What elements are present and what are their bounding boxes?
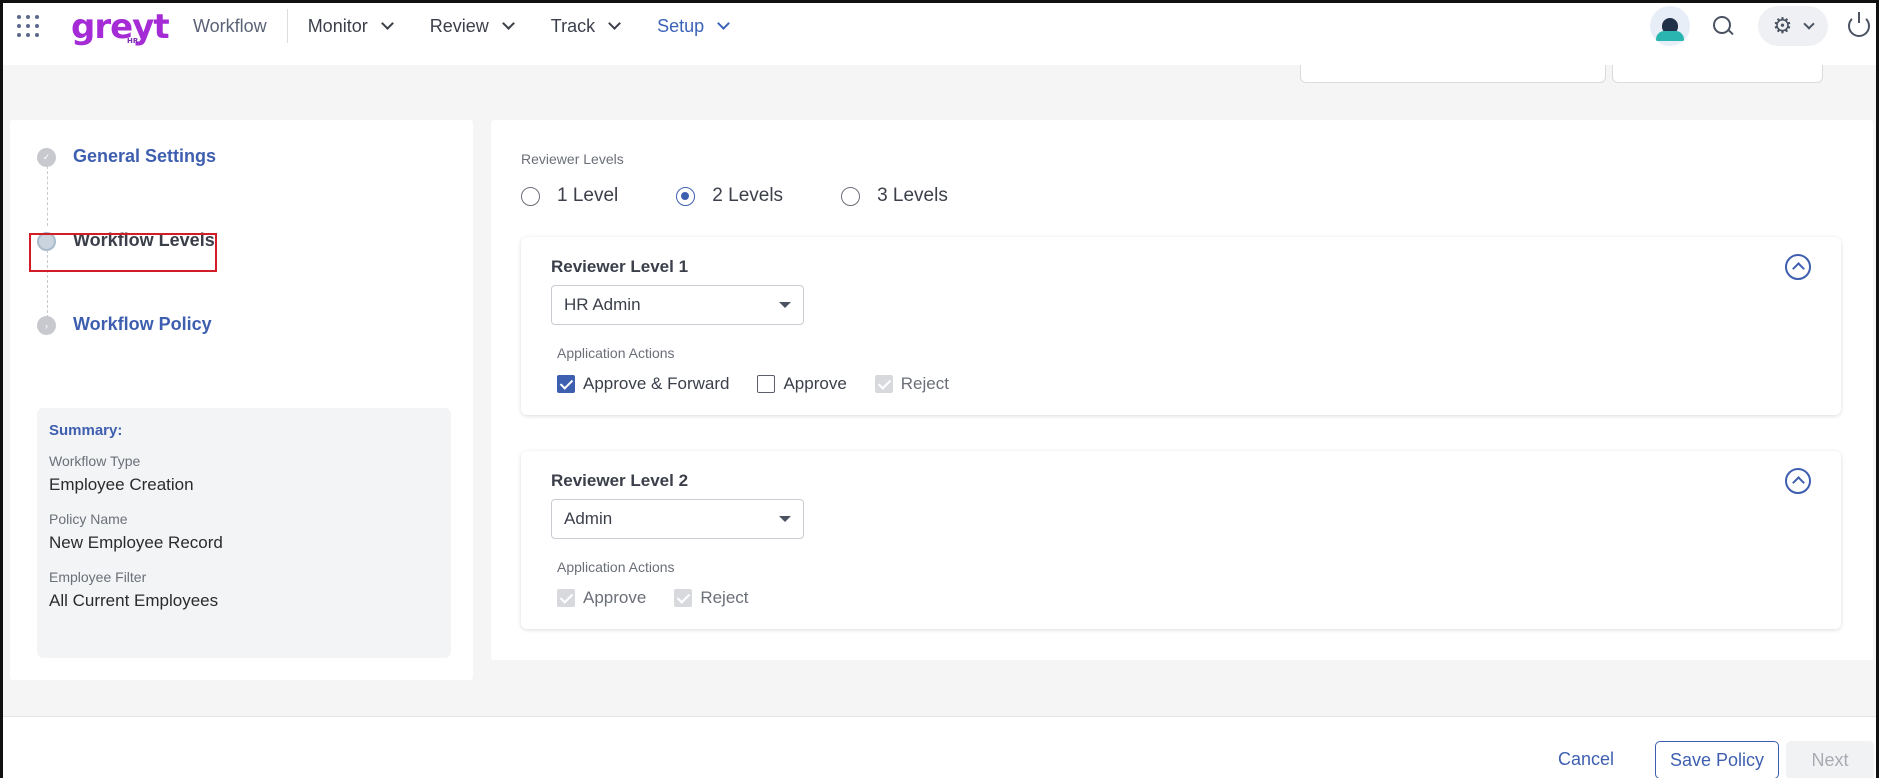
checkbox-checked[interactable] bbox=[557, 375, 575, 393]
step-connector bbox=[47, 166, 48, 226]
nav-monitor[interactable]: Monitor bbox=[307, 15, 394, 37]
radio-label: 1 Level bbox=[557, 185, 619, 206]
checkbox-disabled-checked bbox=[874, 375, 893, 393]
checkbox-label: Reject bbox=[700, 588, 749, 607]
chevron-down-icon bbox=[380, 17, 394, 30]
nav-review-label: Review bbox=[429, 15, 489, 36]
nav-track[interactable]: Track bbox=[550, 15, 621, 37]
top-navigation-bar: greyt HR Workflow Monitor Review Track S… bbox=[3, 3, 1876, 65]
save-policy-button[interactable]: Save Policy bbox=[1655, 741, 1779, 778]
summary-box: Summary: Workflow Type Employee Creation… bbox=[37, 408, 451, 658]
reviewer-level-title: Reviewer Level 1 bbox=[551, 257, 689, 276]
summary-title: Summary: bbox=[49, 422, 123, 439]
nav-monitor-label: Monitor bbox=[307, 15, 368, 36]
radio-button[interactable] bbox=[521, 186, 540, 206]
checkbox-approve[interactable]: Approve bbox=[757, 374, 847, 394]
header-filter-input[interactable] bbox=[1300, 65, 1606, 83]
nav-setup-label: Setup bbox=[657, 15, 705, 36]
chevron-down-icon bbox=[608, 17, 621, 30]
step-workflow-policy-label[interactable]: Workflow Policy bbox=[73, 314, 212, 335]
checkbox-approve-forward[interactable]: Approve & Forward bbox=[557, 374, 729, 394]
steps-panel: ✓ General Settings Workflow Levels › Wor… bbox=[10, 120, 473, 680]
summary-value: All Current Employees bbox=[49, 591, 219, 610]
main-nav: Workflow Monitor Review Track Setup bbox=[193, 3, 766, 49]
reviewer-levels-radio-group: 1 Level 2 Levels 3 Levels bbox=[521, 185, 1006, 207]
select-value: Admin bbox=[564, 509, 613, 528]
logo-subtext: HR bbox=[127, 37, 139, 45]
checkbox-label: Approve bbox=[583, 588, 647, 607]
summary-label: Workflow Type bbox=[49, 453, 141, 469]
reviewer-level-1-card: Reviewer Level 1 HR Admin Application Ac… bbox=[521, 237, 1841, 415]
radio-1-level[interactable]: 1 Level bbox=[521, 185, 618, 207]
workflow-levels-panel: Reviewer Levels 1 Level 2 Levels 3 Level… bbox=[491, 120, 1873, 660]
caret-down-icon bbox=[779, 302, 791, 308]
checkbox-reject: Reject bbox=[874, 374, 949, 394]
checkbox-approve: Approve bbox=[557, 588, 646, 608]
header-tools: ⚙ bbox=[1650, 3, 1876, 49]
chevron-down-icon bbox=[717, 17, 731, 30]
chevron-down-icon bbox=[501, 17, 515, 30]
collapse-chevron-up-icon[interactable] bbox=[1785, 254, 1811, 280]
radio-button-selected[interactable] bbox=[676, 186, 696, 206]
footer-action-bar: Cancel Save Policy Next bbox=[3, 716, 1876, 778]
header-filter-input-2[interactable] bbox=[1612, 65, 1823, 83]
checkbox-reject: Reject bbox=[674, 588, 749, 608]
radio-label: 2 Levels bbox=[712, 185, 784, 206]
application-actions-label: Application Actions bbox=[557, 345, 675, 361]
gear-icon: ⚙ bbox=[1772, 13, 1793, 38]
reviewer-levels-label: Reviewer Levels bbox=[521, 151, 624, 167]
nav-setup[interactable]: Setup bbox=[657, 15, 731, 37]
logo-text: greyt bbox=[71, 7, 170, 47]
avatar[interactable] bbox=[1650, 6, 1690, 46]
checkbox-unchecked[interactable] bbox=[757, 375, 776, 393]
summary-value: New Employee Record bbox=[49, 533, 223, 552]
reviewer-role-select[interactable]: Admin bbox=[551, 499, 804, 539]
radio-label: 3 Levels bbox=[877, 185, 948, 206]
chevron-down-icon bbox=[1803, 17, 1816, 30]
nav-workflow[interactable]: Workflow bbox=[193, 9, 288, 43]
power-logout-icon[interactable] bbox=[1848, 12, 1870, 37]
application-actions-group: Approve Reject bbox=[557, 588, 777, 608]
checkbox-disabled-checked bbox=[674, 589, 693, 607]
settings-menu-button[interactable]: ⚙ bbox=[1758, 6, 1828, 46]
reviewer-role-select[interactable]: HR Admin bbox=[551, 285, 804, 325]
greythr-logo[interactable]: greyt HR bbox=[71, 7, 170, 47]
summary-label: Employee Filter bbox=[49, 569, 147, 585]
application-actions-group: Approve & Forward Approve Reject bbox=[557, 374, 977, 394]
summary-label: Policy Name bbox=[49, 511, 128, 527]
reviewer-level-2-card: Reviewer Level 2 Admin Application Actio… bbox=[521, 451, 1841, 629]
checkbox-label: Approve bbox=[783, 374, 847, 393]
checkbox-label: Approve & Forward bbox=[583, 374, 730, 393]
radio-2-levels[interactable]: 2 Levels bbox=[676, 185, 783, 207]
step-pending-icon: › bbox=[37, 316, 56, 335]
user-avatar-icon bbox=[1656, 18, 1684, 41]
selection-highlight bbox=[29, 233, 217, 272]
summary-value: Employee Creation bbox=[49, 475, 194, 494]
caret-down-icon bbox=[779, 516, 791, 522]
radio-3-levels[interactable]: 3 Levels bbox=[841, 185, 948, 207]
select-value: HR Admin bbox=[564, 295, 641, 314]
step-done-icon: ✓ bbox=[37, 148, 56, 167]
radio-button[interactable] bbox=[841, 186, 861, 206]
collapse-chevron-up-icon[interactable] bbox=[1785, 468, 1811, 494]
cancel-button[interactable]: Cancel bbox=[1558, 749, 1614, 770]
app-grid-icon[interactable] bbox=[17, 15, 39, 37]
nav-track-label: Track bbox=[550, 15, 596, 36]
reviewer-level-title: Reviewer Level 2 bbox=[551, 471, 689, 490]
checkbox-label: Reject bbox=[900, 374, 949, 393]
nav-review[interactable]: Review bbox=[429, 15, 515, 37]
step-general-settings-label[interactable]: General Settings bbox=[73, 146, 216, 167]
application-actions-label: Application Actions bbox=[557, 559, 675, 575]
search-icon[interactable] bbox=[1712, 15, 1734, 37]
next-button: Next bbox=[1786, 741, 1874, 778]
checkbox-disabled-checked bbox=[557, 589, 575, 607]
nav-workflow-label: Workflow bbox=[193, 15, 267, 36]
